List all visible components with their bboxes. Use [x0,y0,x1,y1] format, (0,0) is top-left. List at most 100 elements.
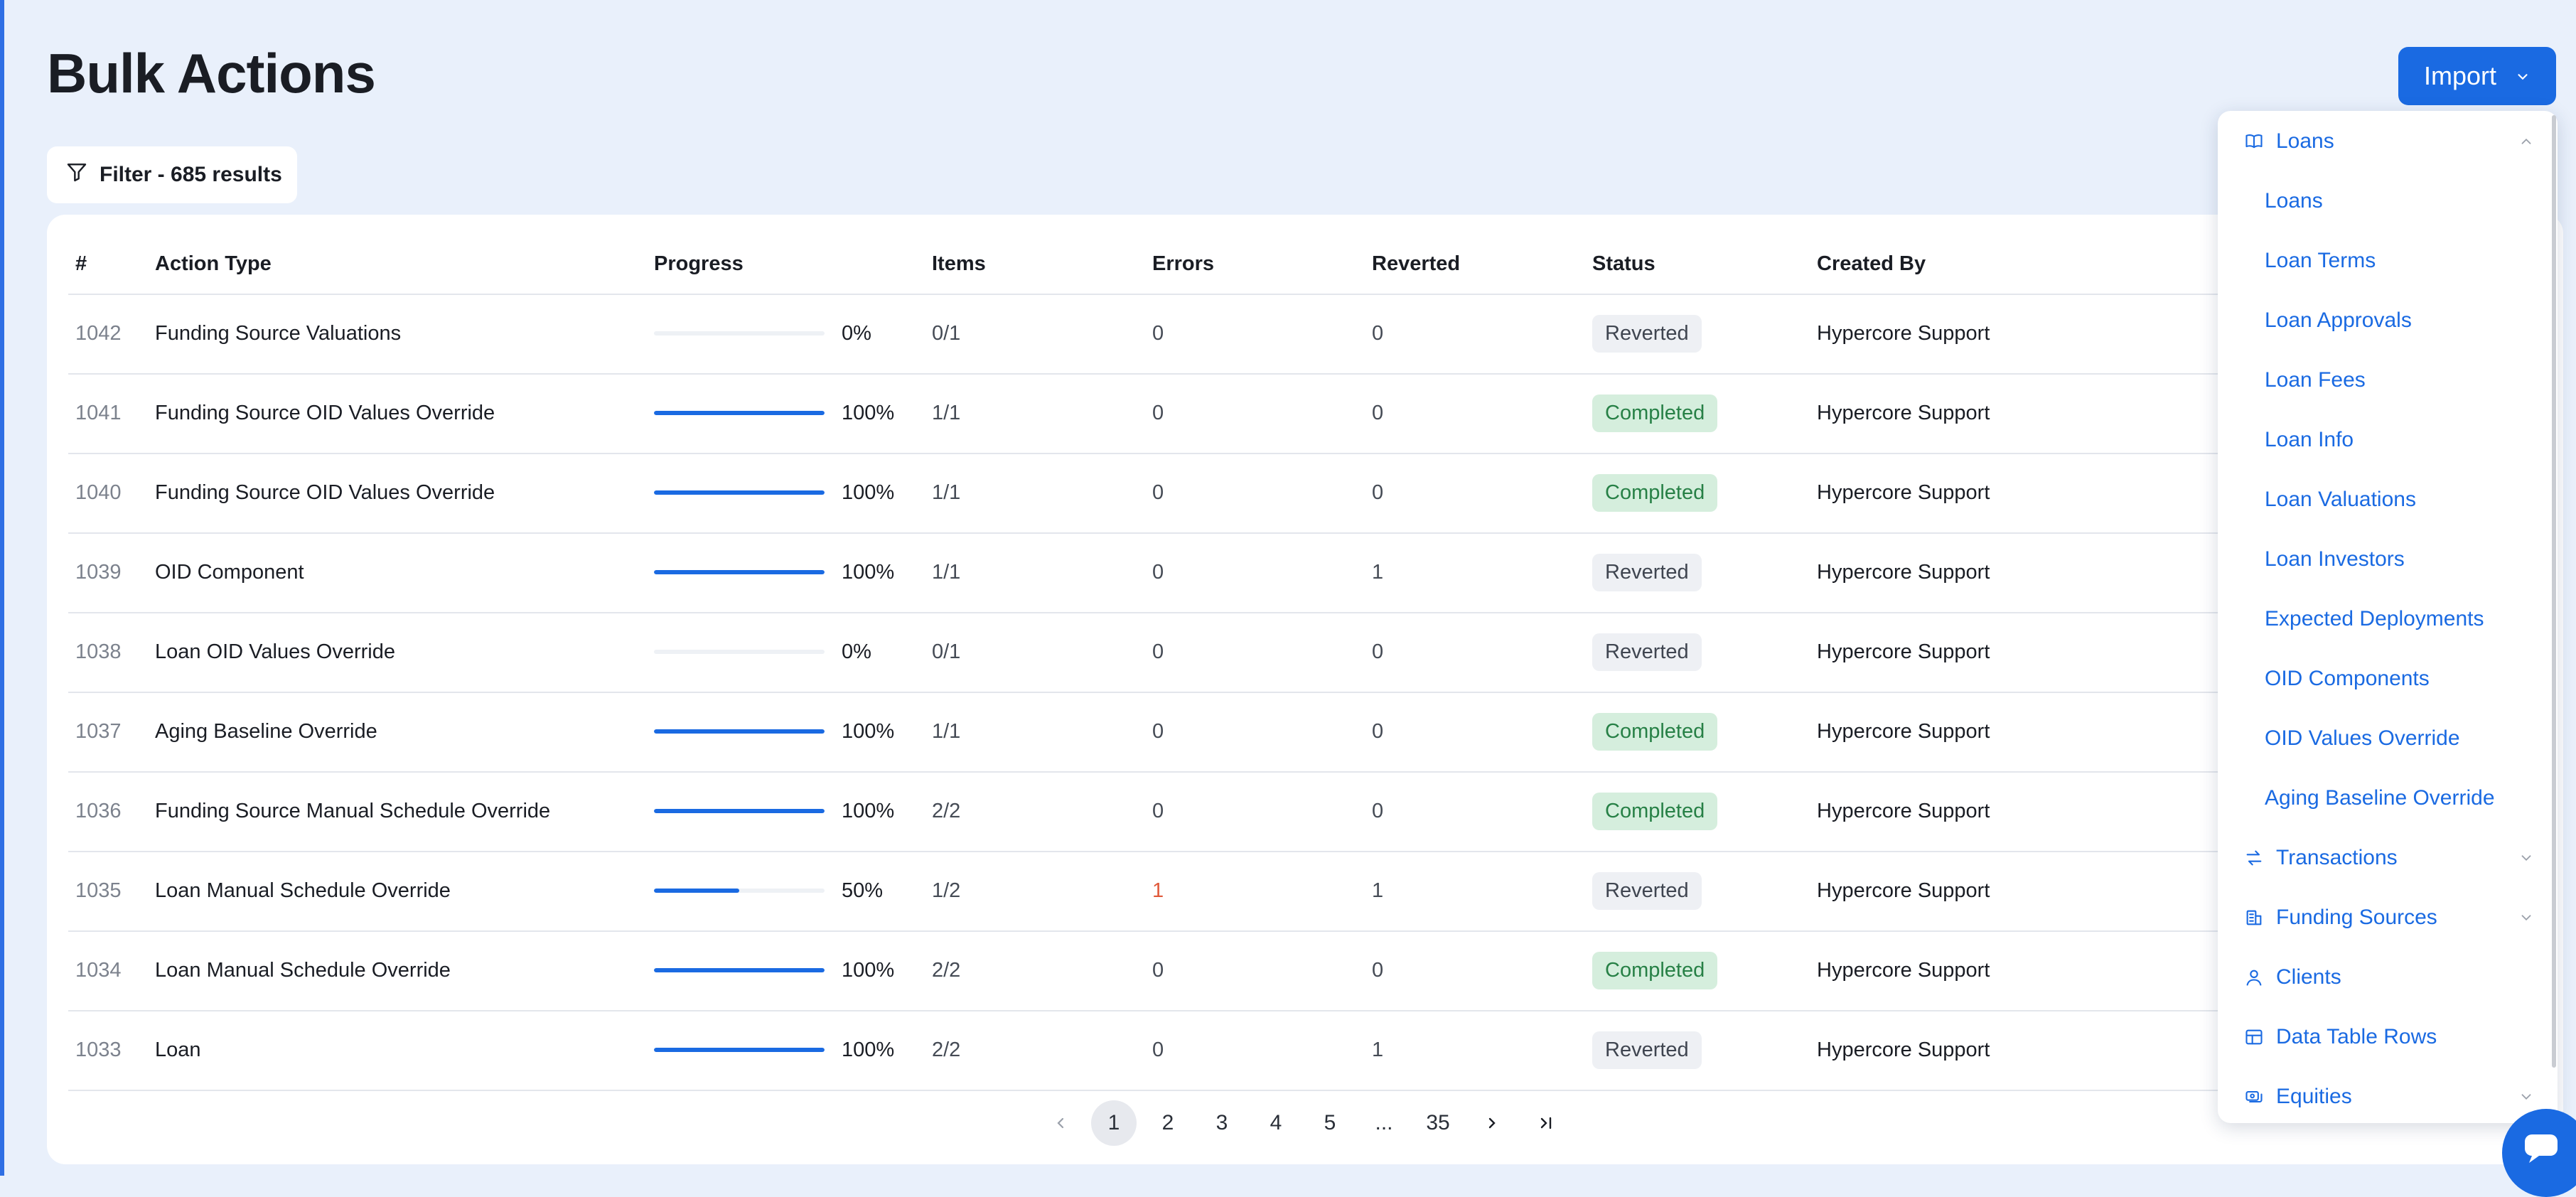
progress-bar-fill [654,1048,825,1052]
row-action-type: Funding Source Valuations [155,321,402,345]
table-row[interactable]: 1038 Loan OID Values Override 0% 0/1 0 0 Rever… [68,612,2229,692]
row-progress-percent: 50% [842,879,884,902]
row-created-by: Hypercore Support [1817,958,1990,982]
row-id: 1035 [75,879,122,902]
table-row[interactable]: 1035 Loan Manual Schedule Override 50% 1/2 1… [68,851,2229,930]
chevron-down-icon [2516,1087,2536,1107]
progress-bar [654,771,825,851]
filter-label: Filter - 685 results [100,163,282,186]
user-icon [2243,967,2265,988]
row-reverted: 0 [1372,401,1384,424]
page-button-5[interactable]: 5 [1307,1100,1353,1146]
menu-subitem-loan-fees[interactable]: Loan Fees [2218,350,2558,410]
row-id: 1042 [75,321,122,345]
table-row[interactable]: 1039 OID Component 100% 1/1 0 1 Reverted Hyperc… [68,532,2229,612]
row-created-by: Hypercore Support [1817,401,1990,424]
progress-bar [654,612,825,692]
filter-button[interactable]: Filter - 685 results [47,146,297,203]
column-header-status[interactable]: Status [1592,252,1655,276]
menu-item-label: Loan Investors [2265,547,2405,571]
row-errors: 0 [1152,401,1164,424]
row-errors: 1 [1152,879,1164,902]
row-errors: 0 [1152,321,1164,345]
menu-item-clients[interactable]: Clients [2218,948,2558,1007]
column-header-created-by[interactable]: Created By [1817,252,1926,276]
row-reverted: 1 [1372,879,1384,902]
menu-item-transactions[interactable]: Transactions [2218,828,2558,888]
menu-subitem-loan-info[interactable]: Loan Info [2218,410,2558,470]
menu-subitem-loans[interactable]: Loans [2218,171,2558,231]
page-button-2[interactable]: 2 [1145,1100,1191,1146]
progress-bar [654,373,825,453]
row-errors: 0 [1152,560,1164,584]
previous-page-button[interactable] [1038,1100,1083,1146]
row-reverted: 0 [1372,321,1384,345]
page-button-1[interactable]: 1 [1091,1100,1137,1146]
progress-bar-fill [654,809,825,813]
row-action-type: Funding Source OID Values Override [155,481,495,504]
menu-subitem-loan-investors[interactable]: Loan Investors [2218,530,2558,589]
page-button-4[interactable]: 4 [1253,1100,1299,1146]
table-row[interactable]: 1037 Aging Baseline Override 100% 1/1 0 0 Comp… [68,692,2229,771]
table-row[interactable]: 1042 Funding Source Valuations 0% 0/1 0 0 Reve… [68,294,2229,373]
menu-subitem-aging-baseline-override[interactable]: Aging Baseline Override [2218,768,2558,828]
row-items: 0/1 [932,640,961,663]
page-title: Bulk Actions [47,42,376,104]
row-created-by: Hypercore Support [1817,560,1990,584]
status-badge: Reverted [1592,1031,1702,1069]
menu-subitem-loan-terms[interactable]: Loan Terms [2218,231,2558,291]
table-row[interactable]: 1034 Loan Manual Schedule Override 100% 2/2… [68,930,2229,1010]
table-row[interactable]: 1040 Funding Source OID Values Override 10… [68,453,2229,532]
status-badge: Completed [1592,951,1718,989]
progress-bar-fill [654,490,825,495]
column-header-progress[interactable]: Progress [654,252,744,276]
row-divider [68,1090,2229,1091]
menu-item-equities[interactable]: Equities [2218,1067,2558,1127]
menu-item-label: Loans [2265,189,2323,213]
row-errors: 0 [1152,958,1164,982]
menu-item-funding-sources[interactable]: Funding Sources [2218,888,2558,948]
menu-item-label: Loan Terms [2265,249,2376,272]
menu-item-label: Loans [2276,129,2334,153]
menu-subitem-oid-values-override[interactable]: OID Values Override [2218,709,2558,768]
progress-bar-fill [654,729,825,734]
row-reverted: 0 [1372,640,1384,663]
row-status: Completed [1592,453,1718,532]
coins-icon [2243,1086,2265,1107]
table-row[interactable]: 1041 Funding Source OID Values Override 10… [68,373,2229,453]
menu-subitem-loan-valuations[interactable]: Loan Valuations [2218,470,2558,530]
row-id: 1041 [75,401,122,424]
row-reverted: 0 [1372,958,1384,982]
column-header-number[interactable]: # [75,252,87,276]
column-header-items[interactable]: Items [932,252,986,276]
table-row[interactable]: 1036 Funding Source Manual Schedule Overr… [68,771,2229,851]
table-row[interactable]: 1033 Loan 100% 2/2 0 1 Reverted Hypercore Suppo… [68,1010,2229,1090]
row-items: 2/2 [932,958,961,982]
import-button[interactable]: Import [2398,47,2556,105]
page-button-35[interactable]: 35 [1415,1100,1461,1146]
import-label: Import [2423,61,2497,90]
column-header-action-type[interactable]: Action Type [155,252,272,276]
row-items: 1/1 [932,719,961,743]
row-id: 1036 [75,799,122,822]
menu-subitem-expected-deployments[interactable]: Expected Deployments [2218,589,2558,649]
column-header-errors[interactable]: Errors [1152,252,1214,276]
menu-subitem-oid-components[interactable]: OID Components [2218,649,2558,709]
menu-item-data-table-rows[interactable]: Data Table Rows [2218,1007,2558,1067]
next-page-button[interactable] [1469,1100,1515,1146]
row-id: 1039 [75,560,122,584]
row-id: 1037 [75,719,122,743]
row-items: 1/1 [932,481,961,504]
progress-bar-fill [654,889,739,893]
menu-item-loans[interactable]: Loans [2218,112,2558,171]
column-header-reverted[interactable]: Reverted [1372,252,1460,276]
row-progress-percent: 0% [842,321,871,345]
page-button-3[interactable]: 3 [1199,1100,1245,1146]
last-page-button[interactable] [1523,1100,1569,1146]
menu-subitem-loan-approvals[interactable]: Loan Approvals [2218,291,2558,350]
row-created-by: Hypercore Support [1817,481,1990,504]
row-id: 1034 [75,958,122,982]
row-action-type: Funding Source Manual Schedule Override [155,799,551,822]
row-items: 2/2 [932,799,961,822]
row-status: Completed [1592,373,1718,453]
